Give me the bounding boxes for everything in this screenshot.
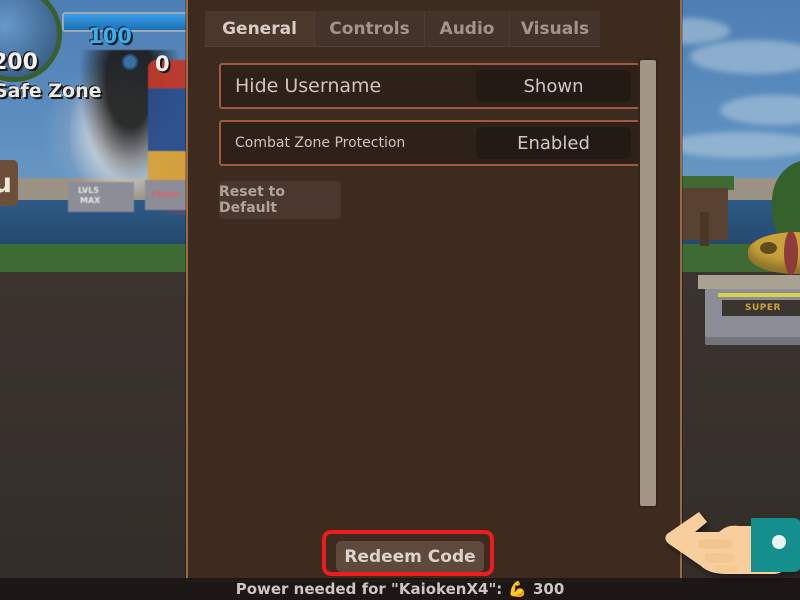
tree-trunk	[700, 212, 709, 246]
setting-value-toggle[interactable]: Enabled	[476, 127, 631, 159]
power-requirement-text: Power needed for "KaiokenX4":	[235, 580, 503, 598]
setting-row-combat-zone-protection[interactable]: Combat Zone Protection Enabled	[219, 120, 640, 166]
setting-label: Hide Username	[235, 75, 382, 97]
menu-button[interactable]: nu	[0, 160, 18, 206]
tab-audio[interactable]: Audio	[425, 11, 510, 46]
pedestal-top	[698, 275, 800, 289]
power-value: 200	[0, 50, 38, 75]
energy-value: 100	[88, 24, 132, 48]
setting-value-toggle[interactable]: Shown	[476, 70, 631, 102]
setting-row-hide-username[interactable]: Hide Username Shown	[219, 63, 640, 109]
scrollbar-thumb[interactable]	[640, 60, 656, 506]
stand-label: LVL5	[78, 186, 99, 195]
setting-label: Combat Zone Protection	[235, 135, 406, 151]
coin-icon	[122, 54, 138, 70]
pedestal-stripe	[718, 293, 800, 297]
reset-to-default-button[interactable]: Reset to Default	[219, 181, 341, 219]
bottom-info-bar: Power needed for "KaiokenX4": 💪 300	[0, 578, 800, 600]
redeem-code-button[interactable]: Redeem Code	[336, 541, 484, 572]
tab-bar: General Controls Audio Visuals	[205, 11, 600, 47]
coin-value: 0	[155, 52, 170, 76]
stand-label: MAX	[80, 196, 101, 205]
power-amount: 300	[532, 580, 565, 598]
tab-controls[interactable]: Controls	[315, 11, 425, 46]
tab-general[interactable]: General	[205, 11, 315, 46]
power-icon: 💪	[508, 580, 527, 598]
redeem-code-highlight: Redeem Code	[322, 530, 494, 576]
capsule-band	[784, 231, 798, 275]
pedestal-plate: SUPER	[722, 300, 800, 316]
scrollbar-track[interactable]	[638, 58, 658, 508]
tab-visuals[interactable]: Visuals	[510, 11, 600, 46]
capsule-eye	[760, 242, 777, 254]
stand-label: Finish	[152, 190, 180, 199]
safe-zone-label: Safe Zone	[0, 80, 102, 102]
